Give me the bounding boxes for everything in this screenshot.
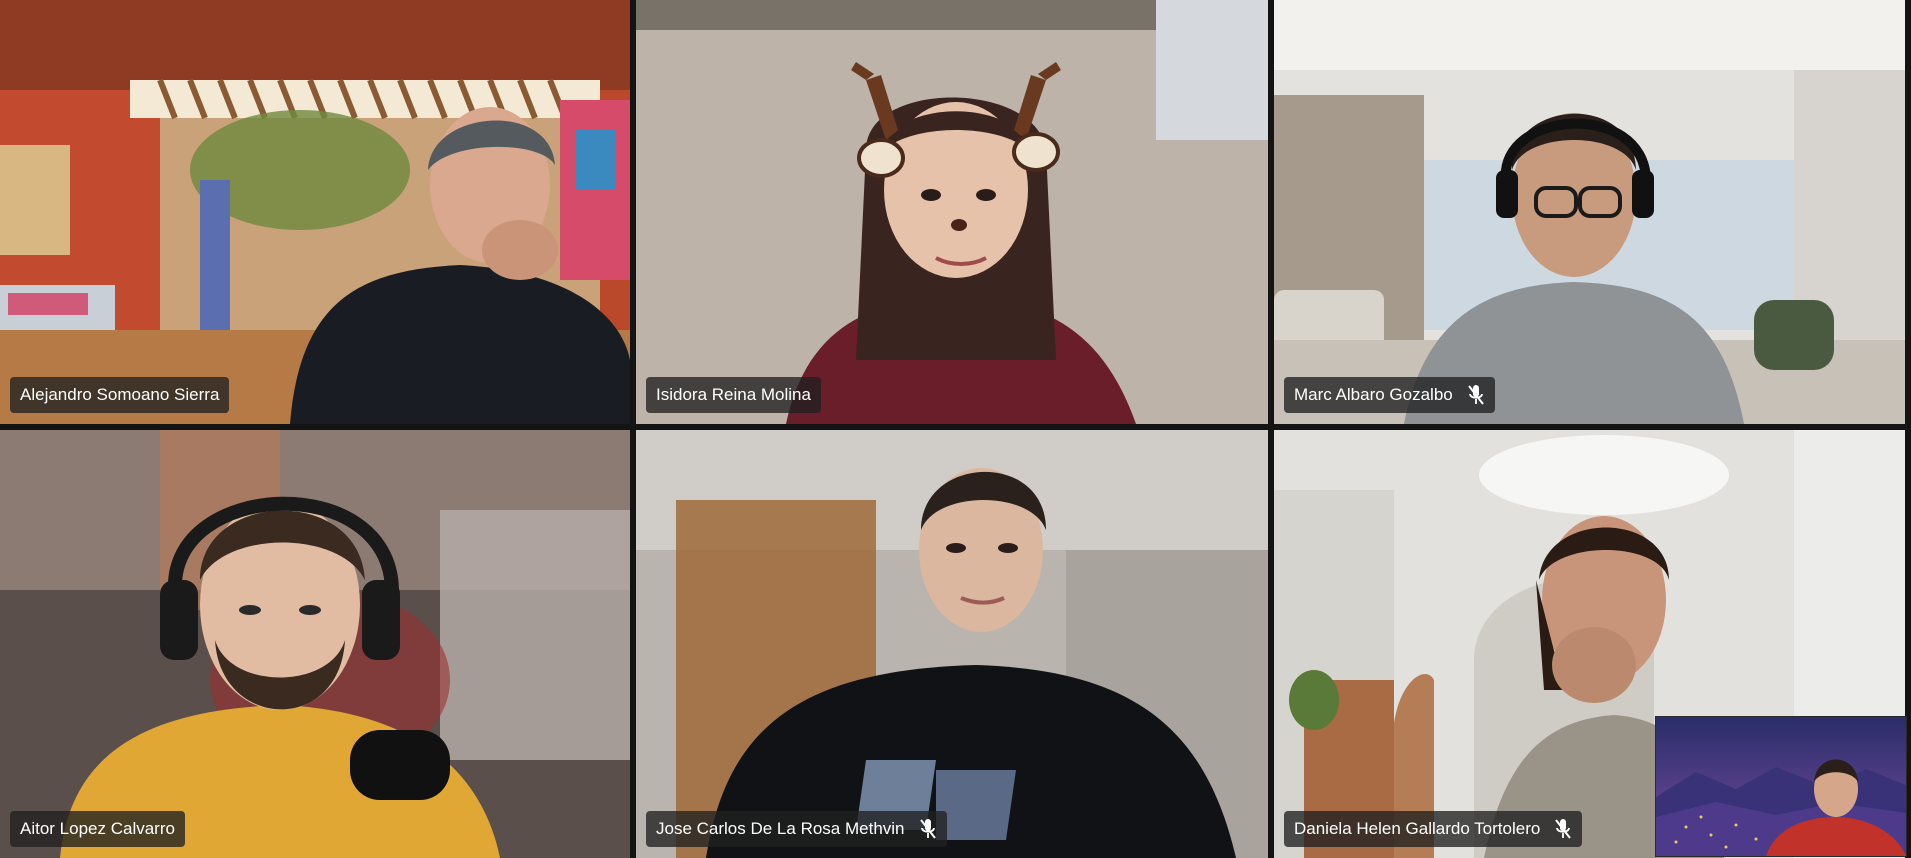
participant-name: Jose Carlos De La Rosa Methvin bbox=[656, 819, 905, 838]
self-view-feed bbox=[1656, 717, 1906, 856]
participant-nameplate: Isidora Reina Molina bbox=[646, 377, 821, 413]
participant-nameplate: Aitor Lopez Calvarro bbox=[10, 811, 185, 847]
video-feed bbox=[636, 0, 1268, 424]
mic-off-icon bbox=[919, 818, 937, 840]
participant-name: Alejandro Somoano Sierra bbox=[20, 385, 220, 404]
video-gallery: Alejandro Somoano Sierra Isidora Reina M… bbox=[0, 0, 1911, 858]
participant-name: Marc Albaro Gozalbo bbox=[1294, 385, 1453, 404]
participant-nameplate: Marc Albaro Gozalbo bbox=[1284, 377, 1495, 413]
participant-tile-aitor[interactable]: Aitor Lopez Calvarro bbox=[0, 430, 630, 858]
video-feed bbox=[0, 430, 630, 858]
video-feed bbox=[1274, 0, 1905, 424]
participant-tile-marc[interactable]: Marc Albaro Gozalbo bbox=[1274, 0, 1905, 424]
participant-tile-alejandro[interactable]: Alejandro Somoano Sierra bbox=[0, 0, 630, 424]
participant-nameplate: Alejandro Somoano Sierra bbox=[10, 377, 230, 413]
participant-tile-jose-carlos[interactable]: Jose Carlos De La Rosa Methvin bbox=[636, 430, 1268, 858]
video-feed bbox=[0, 0, 630, 424]
participant-name: Aitor Lopez Calvarro bbox=[20, 819, 175, 838]
participant-name: Daniela Helen Gallardo Tortolero bbox=[1294, 819, 1541, 838]
participant-nameplate: Daniela Helen Gallardo Tortolero bbox=[1284, 811, 1583, 847]
participant-name: Isidora Reina Molina bbox=[656, 385, 811, 404]
mic-off-icon bbox=[1467, 384, 1485, 406]
mic-off-icon bbox=[1554, 818, 1572, 840]
video-feed bbox=[636, 430, 1268, 858]
participant-tile-isidora[interactable]: Isidora Reina Molina bbox=[636, 0, 1268, 424]
self-view[interactable] bbox=[1655, 716, 1907, 857]
participant-nameplate: Jose Carlos De La Rosa Methvin bbox=[646, 811, 947, 847]
